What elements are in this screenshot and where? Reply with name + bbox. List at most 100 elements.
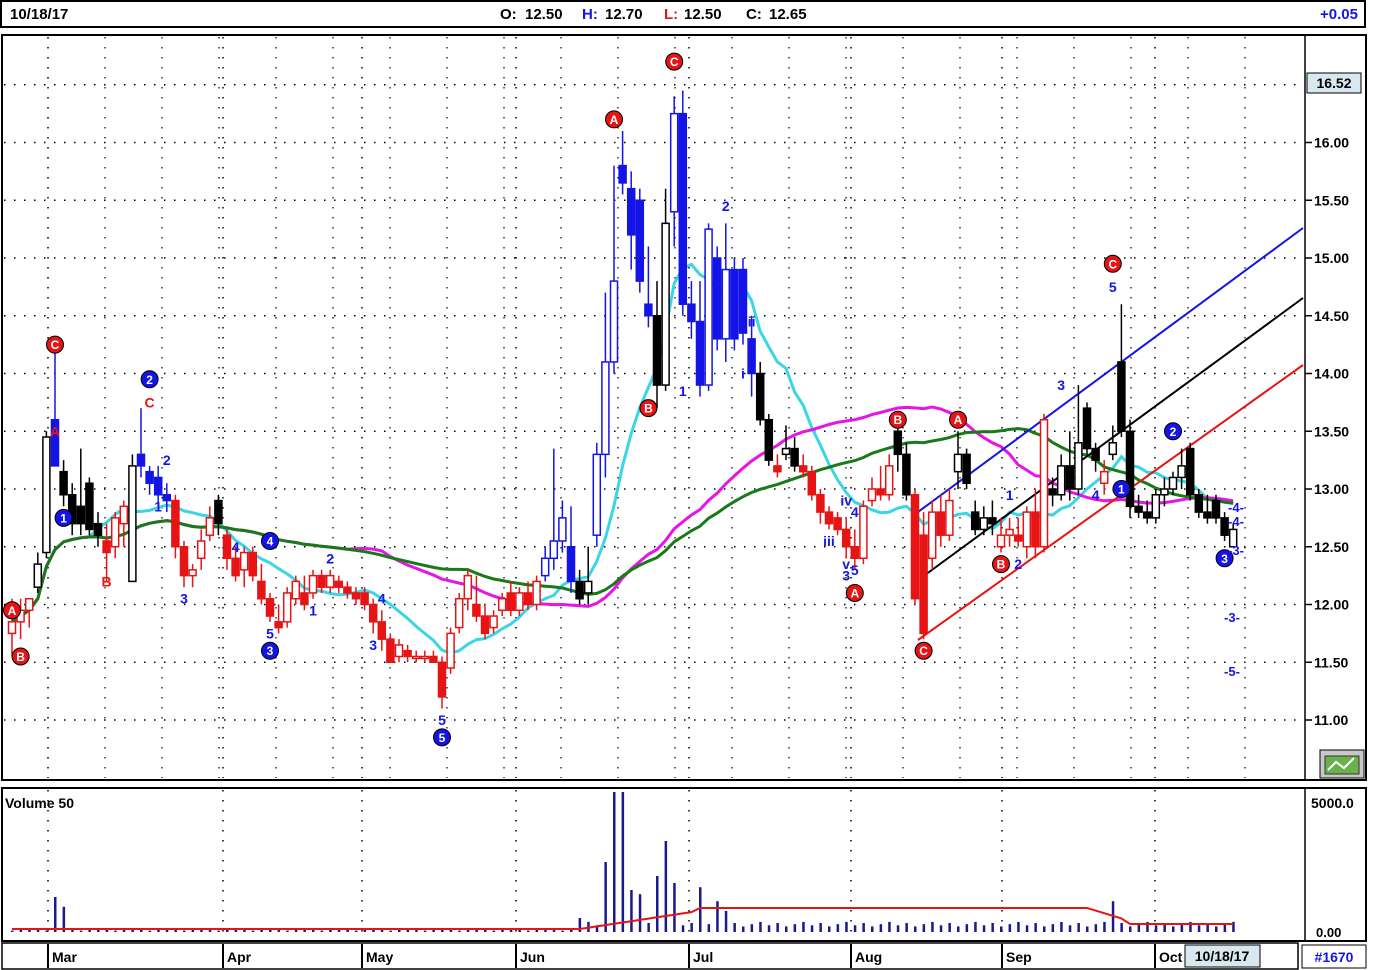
wave-label: A xyxy=(610,113,619,127)
volume-bar xyxy=(1215,926,1218,932)
volume-bar xyxy=(630,890,633,932)
month-label: Mar xyxy=(52,949,77,965)
volume-bar xyxy=(896,925,900,932)
wave-label: B xyxy=(644,402,653,416)
footer-symbol-count: #1670 xyxy=(1315,949,1354,965)
moving-averages xyxy=(11,262,1234,655)
wave-label: 3 xyxy=(267,644,274,658)
volume-bar xyxy=(1051,924,1055,932)
wave-label: C xyxy=(919,644,928,658)
volume-bar xyxy=(320,930,324,932)
candle-body xyxy=(59,470,68,496)
candle-body xyxy=(532,580,541,606)
volume-panel-frame xyxy=(1,787,1367,942)
volume-bar xyxy=(707,924,711,932)
volume-bar xyxy=(871,926,874,932)
wave-label: B xyxy=(893,413,902,427)
volume-bar xyxy=(1129,926,1132,932)
chart-settings-icon[interactable] xyxy=(1319,749,1365,779)
candle-body xyxy=(403,649,412,658)
candle-body xyxy=(1203,511,1212,519)
candle-body xyxy=(558,517,567,542)
stock-chart[interactable]: ABCA1B2C2134 453124355ABC12iiiiiiiv4v3 5AB… xyxy=(0,0,1400,970)
volume-bar xyxy=(664,841,668,932)
volume-bar xyxy=(939,925,943,932)
candle-body xyxy=(1151,494,1161,519)
candle-body xyxy=(962,453,971,484)
volume-bar xyxy=(518,930,521,932)
candle-body xyxy=(1048,488,1057,496)
volume-bar xyxy=(888,921,891,932)
candle-body xyxy=(265,597,275,617)
candle-body xyxy=(386,638,395,664)
candle-body xyxy=(919,534,928,635)
volume-bar xyxy=(716,901,719,932)
wave-label: ii xyxy=(748,314,756,330)
candle-body xyxy=(85,482,94,531)
month-label: Aug xyxy=(855,949,882,965)
candle-body xyxy=(1065,465,1075,490)
wave-label: 3 xyxy=(180,591,188,607)
candle-body xyxy=(420,655,430,660)
candle-body xyxy=(1142,511,1152,519)
candle-body xyxy=(618,164,627,184)
wave-label: 4 xyxy=(267,534,274,548)
candle-body xyxy=(343,586,352,594)
candle-body xyxy=(583,580,593,594)
wave-label: C xyxy=(145,394,155,410)
candle-body xyxy=(635,199,645,282)
projection-label: -3- xyxy=(1228,543,1244,558)
price-tick-label: 11.50 xyxy=(1314,654,1348,670)
candle-body xyxy=(695,320,705,386)
volume-bar xyxy=(879,924,883,932)
wave-label: 1 xyxy=(60,511,67,525)
candle-body xyxy=(1039,418,1049,548)
volume-bar xyxy=(613,792,616,932)
volume-bar xyxy=(423,930,427,932)
wave-label: 5 xyxy=(1109,279,1117,295)
volume-bar xyxy=(647,923,650,932)
candle-body xyxy=(609,280,619,363)
candle-body xyxy=(884,465,894,496)
candle-body xyxy=(979,517,989,531)
month-label: Apr xyxy=(227,949,252,965)
volume-bar xyxy=(974,921,977,932)
wave-label: iii xyxy=(823,533,835,549)
volume-bar xyxy=(1068,925,1072,932)
volume-bar xyxy=(208,930,212,932)
volume-bar xyxy=(1154,925,1158,932)
volume-bar xyxy=(845,921,848,932)
volume-bar xyxy=(1103,921,1106,932)
candle-body xyxy=(755,372,765,421)
volume-bar xyxy=(217,930,220,932)
candle-body xyxy=(317,574,326,588)
month-label: Jul xyxy=(693,949,713,965)
time-axis xyxy=(1,942,1299,970)
volume-bar xyxy=(36,930,40,932)
candle-body xyxy=(1022,511,1032,548)
price-tick-label: 14.00 xyxy=(1314,366,1349,382)
candle-body xyxy=(747,338,756,375)
volume-bar xyxy=(733,923,736,932)
volume-panel-title: Volume 50 xyxy=(5,795,74,811)
wave-label: 1 xyxy=(1118,483,1125,497)
candle-body xyxy=(945,499,954,536)
price-tick-label: 16.00 xyxy=(1314,135,1349,151)
volume-bar xyxy=(862,923,865,932)
volume-bar xyxy=(673,883,676,932)
volume-bar xyxy=(621,792,625,932)
candle-body xyxy=(1031,511,1040,548)
wave-label: 4 xyxy=(378,591,386,607)
candle-body xyxy=(308,574,318,594)
volume-bar xyxy=(1137,924,1141,932)
volume-bar xyxy=(277,930,281,932)
volume-bar xyxy=(1197,925,1201,932)
volume-bar xyxy=(836,924,840,932)
candle-body xyxy=(764,418,774,461)
candle-body xyxy=(592,453,602,536)
volume-bar xyxy=(699,887,702,932)
volume-bar xyxy=(1017,921,1020,932)
wave-label: A xyxy=(8,604,17,618)
volume-bar xyxy=(71,930,74,932)
volume-bar xyxy=(449,930,453,932)
